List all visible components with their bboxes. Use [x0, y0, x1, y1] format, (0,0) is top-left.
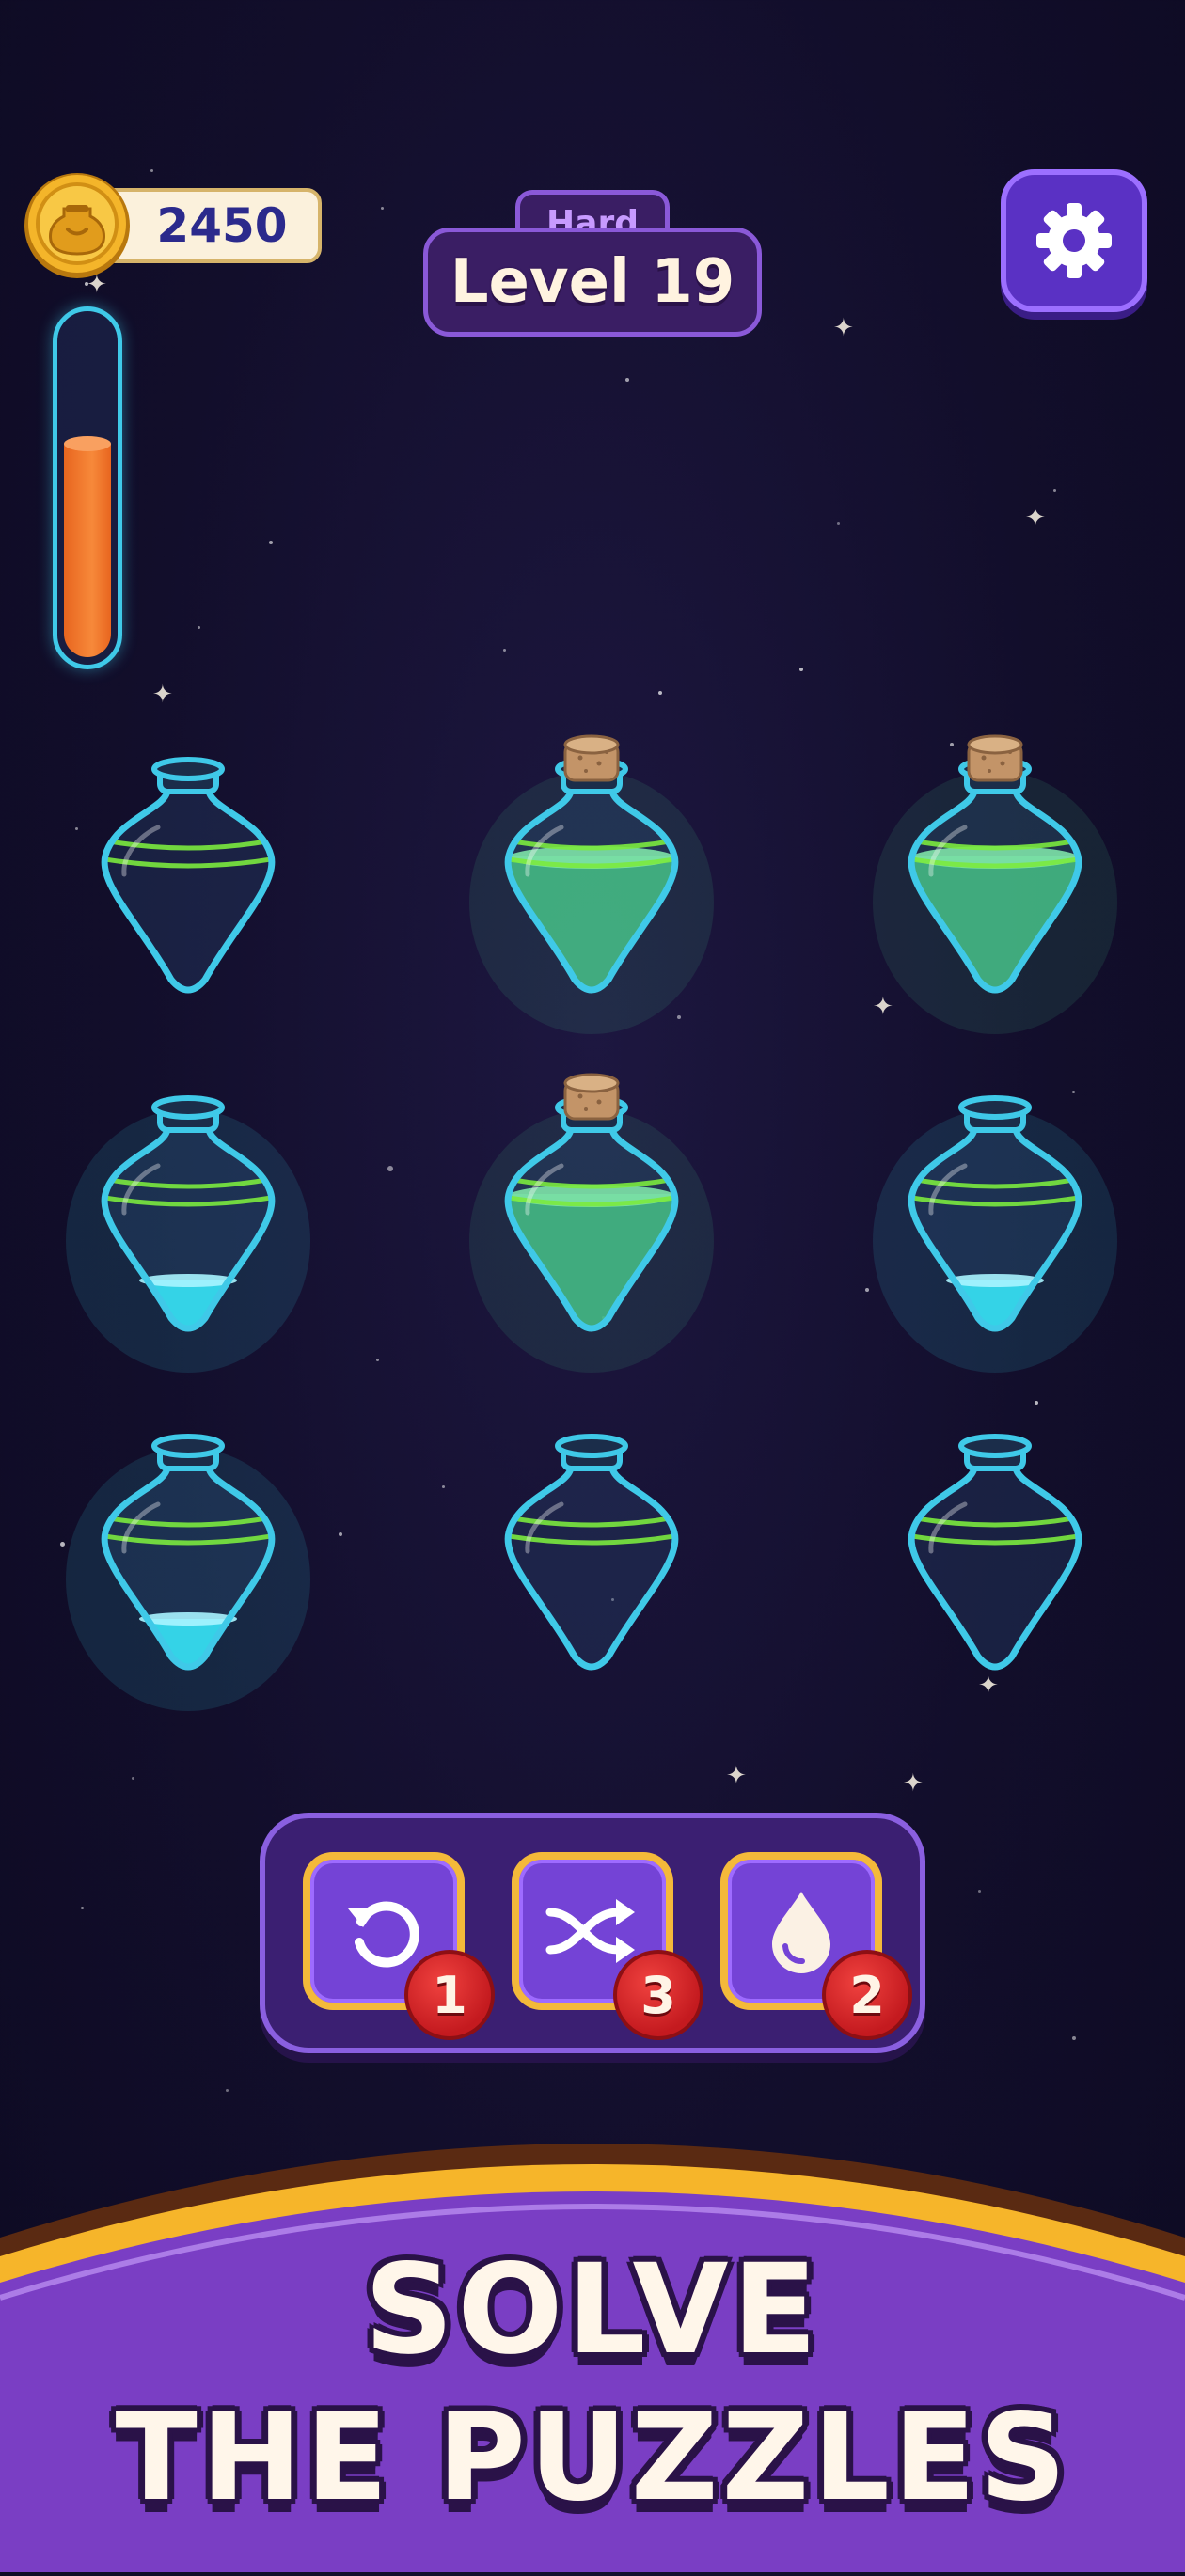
bottle[interactable]: [66, 1410, 310, 1711]
star: [81, 1907, 84, 1909]
drop-count: 2: [849, 1965, 885, 2025]
star: [625, 378, 629, 382]
star: [1035, 1401, 1038, 1405]
star: [75, 827, 78, 830]
bottle[interactable]: [488, 1410, 695, 1683]
sparkle: ✦: [152, 681, 173, 709]
cork: [563, 1073, 620, 1121]
bottle[interactable]: [85, 733, 292, 1006]
star: [198, 626, 200, 629]
star: [387, 1166, 393, 1171]
banner-headline-line2: THE PUZZLES: [115, 2388, 1070, 2528]
shuffle-count: 3: [640, 1965, 676, 2025]
drop-icon: [772, 1892, 830, 1973]
level-badge: Level 19: [423, 228, 762, 337]
coin-icon: [23, 171, 132, 280]
sparkle: ✦: [903, 1769, 924, 1798]
star: [837, 522, 840, 525]
sparkle: ✦: [833, 314, 854, 342]
progress-fill: [64, 436, 111, 657]
star: [1053, 489, 1056, 492]
star: [226, 2089, 229, 2092]
progress-meter: [53, 306, 122, 669]
shuffle-count-badge: 3: [613, 1950, 703, 2040]
bottle[interactable]: [469, 1072, 714, 1373]
cork: [563, 734, 620, 782]
bottle[interactable]: [469, 733, 714, 1034]
undo-count: 1: [432, 1965, 467, 2025]
star: [442, 1485, 445, 1488]
star: [376, 1359, 379, 1361]
sparkle: ✦: [1025, 504, 1046, 532]
coin-count: 2450: [156, 198, 288, 253]
undo-count-badge: 1: [404, 1950, 495, 2040]
bottle[interactable]: [873, 733, 1117, 1034]
booster-panel: 1 3 2: [260, 1813, 925, 2053]
bottle[interactable]: [873, 1072, 1117, 1373]
star: [60, 1542, 65, 1547]
drop-count-badge: 2: [822, 1950, 912, 2040]
settings-button[interactable]: [1001, 169, 1147, 312]
level-text: Level 19: [450, 247, 735, 317]
bottle[interactable]: [66, 1072, 310, 1373]
star: [658, 691, 662, 695]
star: [865, 1288, 869, 1292]
star: [269, 541, 273, 544]
bottle[interactable]: [892, 1410, 1098, 1683]
star: [132, 1777, 134, 1780]
star: [978, 1890, 981, 1893]
star: [339, 1532, 342, 1536]
gear-icon: [1036, 203, 1112, 278]
star: [1072, 2036, 1076, 2040]
sparkle: ✦: [726, 1762, 747, 1790]
cork: [967, 734, 1023, 782]
star: [799, 668, 803, 671]
star: [150, 169, 153, 172]
star: [503, 649, 506, 652]
banner-headline-line1: SOLVE: [364, 2238, 821, 2382]
star: [381, 207, 384, 210]
sparkle: ✦: [873, 993, 893, 1021]
star: [677, 1015, 681, 1019]
